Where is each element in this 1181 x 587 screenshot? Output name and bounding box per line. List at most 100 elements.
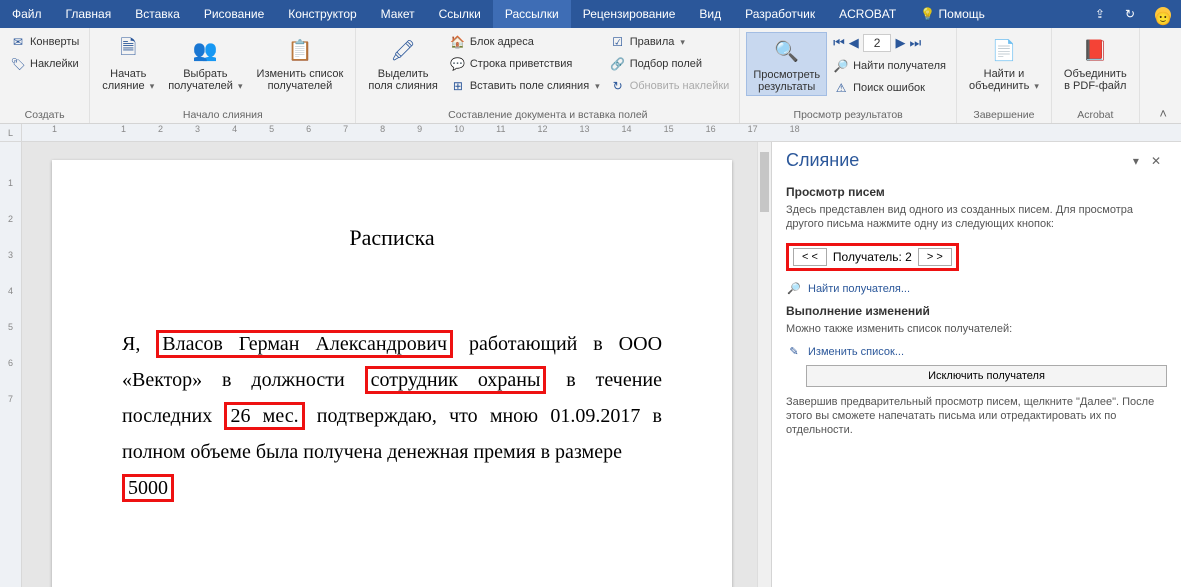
group-create: ✉Конверты 🏷Наклейки Создать	[0, 28, 90, 123]
vertical-ruler: 1234567	[0, 142, 22, 587]
insert-merge-field-button[interactable]: ⊞Вставить поле слияния▾	[446, 76, 604, 96]
tab-acrobat[interactable]: ACROBAT	[827, 0, 908, 28]
group-label: Начало слияния	[96, 109, 349, 121]
find-recipient-button[interactable]: 🔎Найти получателя	[829, 56, 950, 76]
scrollbar-thumb[interactable]	[760, 152, 769, 212]
record-number[interactable]: 2	[863, 34, 892, 52]
ribbon: ✉Конверты 🏷Наклейки Создать 🗎 Начатьслия…	[0, 28, 1181, 124]
tab-references[interactable]: Ссылки	[427, 0, 493, 28]
select-recipients-button[interactable]: 👥 Выбратьполучателей ▾	[162, 32, 248, 94]
start-merge-icon: 🗎	[112, 34, 144, 66]
history-icon[interactable]: ↻	[1115, 0, 1145, 28]
page[interactable]: Расписка Я, Власов Герман Александрович …	[52, 160, 732, 587]
finish-merge-button[interactable]: 📄 Найти иобъединить ▾	[963, 32, 1045, 94]
panel-title: Слияние	[786, 150, 859, 171]
address-block-button[interactable]: 🏠Блок адреса	[446, 32, 604, 52]
finish-icon: 📄	[988, 34, 1020, 66]
account-icon[interactable]	[1145, 0, 1181, 28]
group-finish: 📄 Найти иобъединить ▾ Завершение	[957, 28, 1052, 123]
prev-record-icon[interactable]: ◀	[849, 35, 859, 51]
group-label: Создать	[6, 109, 83, 121]
check-errors-button[interactable]: ⚠Поиск ошибок	[829, 78, 950, 98]
tab-review[interactable]: Рецензирование	[571, 0, 688, 28]
search-icon: 🔎	[833, 58, 849, 74]
label-icon: 🏷	[10, 56, 26, 72]
panel-menu-icon[interactable]: ▾	[1127, 154, 1145, 168]
update-icon: ↻	[610, 78, 626, 94]
group-label: Завершение	[963, 109, 1045, 121]
highlight-fields-button[interactable]: 🖍 Выделитьполя слияния	[362, 32, 443, 94]
greeting-icon: 💬	[450, 56, 466, 72]
ribbon-spacer: ˄	[1140, 28, 1181, 123]
recipient-navigator: < < Получатель: 2 > >	[786, 243, 959, 271]
tab-insert[interactable]: Вставка	[123, 0, 192, 28]
recipient-label: Получатель: 2	[833, 250, 912, 264]
find-recipient-link[interactable]: 🔎Найти получателя...	[786, 279, 1167, 298]
pdf-icon: 📕	[1079, 34, 1111, 66]
record-navigator: ⏮ ◀ 2 ▶ ⏭	[829, 32, 950, 54]
ruler-corner: L	[0, 124, 22, 141]
ruler-marks: 1123456789101112131415161718	[52, 124, 1181, 134]
tab-design[interactable]: Конструктор	[276, 0, 368, 28]
greeting-line-button[interactable]: 💬Строка приветствия	[446, 54, 604, 74]
document-area[interactable]: Расписка Я, Власов Герман Александрович …	[22, 142, 757, 587]
update-labels-button: ↻Обновить наклейки	[606, 76, 734, 96]
envelope-icon: ✉	[10, 34, 26, 50]
document-body: Я, Власов Герман Александрович работающи…	[122, 326, 662, 506]
labels-button[interactable]: 🏷Наклейки	[6, 54, 83, 74]
share-icon[interactable]: ⇪	[1085, 0, 1115, 28]
group-label: Просмотр результатов	[746, 109, 950, 121]
tab-mailings[interactable]: Рассылки	[493, 0, 571, 28]
error-check-icon: ⚠	[833, 80, 849, 96]
address-icon: 🏠	[450, 34, 466, 50]
first-record-icon[interactable]: ⏮	[833, 35, 845, 51]
group-label: Составление документа и вставка полей	[362, 109, 733, 121]
exclude-recipient-button[interactable]: Исключить получателя	[806, 365, 1167, 387]
start-merge-button[interactable]: 🗎 Начатьслияние ▾	[96, 32, 160, 94]
finish-description: Завершив предварительный просмотр писем,…	[786, 395, 1167, 437]
smiley-icon	[1155, 7, 1171, 23]
last-record-icon[interactable]: ⏭	[909, 35, 921, 51]
edit-list-link[interactable]: ✎Изменить список...	[786, 342, 1167, 361]
preview-description: Здесь представлен вид одного из созданны…	[786, 203, 1167, 231]
tab-file[interactable]: Файл	[0, 0, 54, 28]
group-write-insert: 🖍 Выделитьполя слияния 🏠Блок адреса 💬Стр…	[356, 28, 740, 123]
envelopes-button[interactable]: ✉Конверты	[6, 32, 83, 52]
preview-results-button[interactable]: 🔍 Просмотретьрезультаты	[746, 32, 827, 96]
preview-icon: 🔍	[771, 35, 803, 67]
search-icon: 🔎	[786, 282, 802, 295]
highlight-icon: 🖍	[387, 34, 419, 66]
prev-recipient-button[interactable]: < <	[793, 248, 827, 266]
tab-view[interactable]: Вид	[687, 0, 733, 28]
match-fields-button[interactable]: 🔗Подбор полей	[606, 54, 734, 74]
match-icon: 🔗	[610, 56, 626, 72]
workspace: 1234567 Расписка Я, Власов Герман Алекса…	[0, 142, 1181, 587]
next-recipient-button[interactable]: > >	[918, 248, 952, 266]
tab-home[interactable]: Главная	[54, 0, 124, 28]
rules-button[interactable]: ☑Правила▾	[606, 32, 734, 52]
group-start-merge: 🗎 Начатьслияние ▾ 👥 Выбратьполучателей ▾…	[90, 28, 356, 123]
edit-icon: ✎	[786, 345, 802, 358]
group-acrobat: 📕 Объединитьв PDF-файл Acrobat	[1052, 28, 1140, 123]
mail-merge-panel: Слияние ▾ ✕ Просмотр писем Здесь предста…	[771, 142, 1181, 587]
changes-description: Можно также изменить список получателей:	[786, 322, 1167, 336]
tab-help[interactable]: 💡 Помощь	[908, 0, 997, 28]
vertical-scrollbar[interactable]	[757, 142, 771, 587]
tab-layout[interactable]: Макет	[369, 0, 427, 28]
panel-close-icon[interactable]: ✕	[1145, 154, 1167, 168]
merge-field-position: сотрудник охраны	[365, 366, 547, 394]
merge-to-pdf-button[interactable]: 📕 Объединитьв PDF-файл	[1058, 32, 1133, 94]
document-title: Расписка	[122, 220, 662, 256]
recipients-icon: 👥	[189, 34, 221, 66]
edit-recipient-list-button[interactable]: 📋 Изменить списокполучателей	[251, 32, 350, 94]
tab-developer[interactable]: Разработчик	[733, 0, 827, 28]
merge-field-name: Власов Герман Александрович	[156, 330, 453, 358]
collapse-ribbon-icon[interactable]: ˄	[1146, 106, 1175, 121]
next-record-icon[interactable]: ▶	[895, 35, 905, 51]
menu-tabs: Файл Главная Вставка Рисование Конструкт…	[0, 0, 1181, 28]
group-preview-results: 🔍 Просмотретьрезультаты ⏮ ◀ 2 ▶ ⏭ 🔎Найти…	[740, 28, 957, 123]
merge-field-months: 26 мес.	[224, 402, 304, 430]
edit-list-icon: 📋	[284, 34, 316, 66]
horizontal-ruler: L 1123456789101112131415161718	[0, 124, 1181, 142]
tab-draw[interactable]: Рисование	[192, 0, 276, 28]
